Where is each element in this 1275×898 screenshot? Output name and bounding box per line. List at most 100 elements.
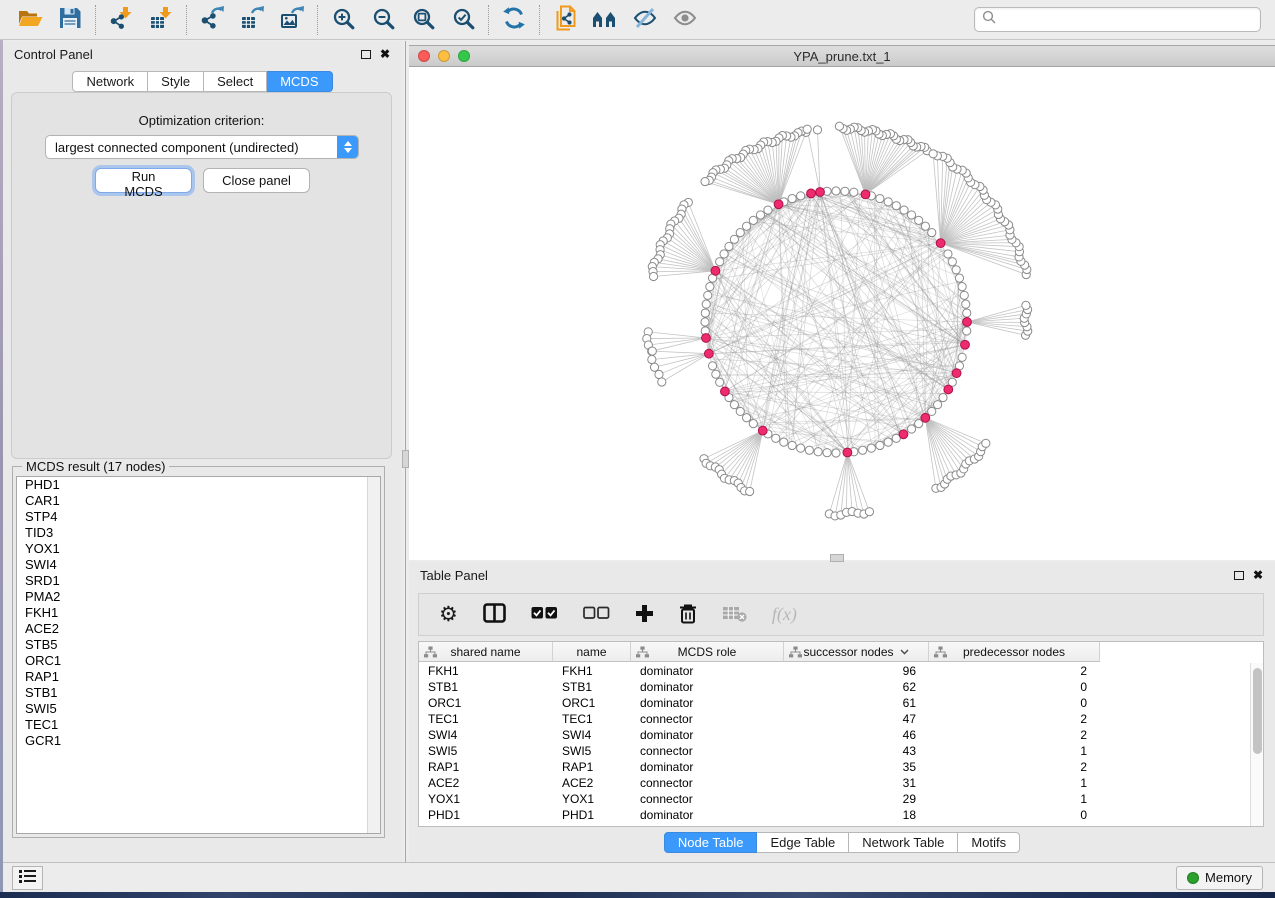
mcds-result-item[interactable]: ORC1 (17, 653, 380, 669)
toolbar-separator (539, 5, 540, 35)
zoom-fit-button[interactable] (403, 2, 443, 38)
export-network-icon (200, 6, 225, 33)
memory-button[interactable]: Memory (1176, 866, 1263, 890)
close-table-panel-icon[interactable]: ✖ (1253, 570, 1263, 580)
control-panel: Control Panel ✖ NetworkStyleSelectMCDS O… (3, 41, 402, 862)
apply-layout-icon (502, 6, 526, 33)
first-neighbors-icon (592, 7, 618, 32)
tab-select[interactable]: Select (204, 71, 267, 92)
export-image-button[interactable] (272, 2, 312, 38)
mcds-result-title: MCDS result (17 nodes) (22, 459, 169, 474)
column-header-MCDS-role[interactable]: MCDS role (631, 642, 784, 662)
settings-gear-button[interactable]: ⚙ (439, 605, 458, 625)
criterion-value: largest connected component (undirected) (46, 140, 337, 155)
share-document-button[interactable] (545, 2, 585, 38)
import-table-button[interactable] (141, 2, 181, 38)
tab-edge-table[interactable]: Edge Table (757, 832, 849, 853)
table-row[interactable]: RAP1RAP1dominator352 (419, 759, 1249, 775)
mcds-result-item[interactable]: CAR1 (17, 493, 380, 509)
column-header-predecessor-nodes[interactable]: predecessor nodes (929, 642, 1100, 662)
column-header-name[interactable]: name (553, 642, 631, 662)
table-scrollbar-thumb[interactable] (1253, 668, 1262, 754)
close-panel-button[interactable]: Close panel (203, 168, 310, 193)
export-table-icon (240, 6, 265, 33)
deselect-all-button[interactable] (583, 606, 610, 623)
table-row[interactable]: STB1STB1dominator620 (419, 679, 1249, 695)
mcds-result-item[interactable]: YOX1 (17, 541, 380, 557)
mcds-result-list[interactable]: PHD1CAR1STP4TID3YOX1SWI4SRD1PMA2FKH1ACE2… (16, 476, 381, 834)
vertical-splitter[interactable] (402, 41, 409, 862)
hide-selected-button[interactable] (625, 2, 665, 38)
tab-node-table[interactable]: Node Table (664, 832, 758, 853)
float-table-panel-icon[interactable] (1234, 571, 1244, 580)
export-network-button[interactable] (192, 2, 232, 38)
float-panel-icon[interactable] (361, 50, 371, 59)
mcds-result-item[interactable]: TEC1 (17, 717, 380, 733)
tab-network[interactable]: Network (72, 71, 148, 92)
zoom-out-button[interactable] (363, 2, 403, 38)
panel-list-button[interactable] (12, 866, 43, 890)
apply-layout-button[interactable] (494, 2, 534, 38)
mcds-result-item[interactable]: STP4 (17, 509, 380, 525)
save-session-button[interactable] (50, 2, 90, 38)
mcds-result-item[interactable]: PHD1 (17, 477, 380, 493)
splitter-grip[interactable] (402, 450, 409, 468)
mcds-result-item[interactable]: FKH1 (17, 605, 380, 621)
first-neighbors-button[interactable] (585, 2, 625, 38)
zoom-selected-icon (452, 7, 475, 33)
columns-button[interactable] (483, 603, 506, 626)
table-scrollbar[interactable] (1250, 663, 1263, 826)
table-row[interactable]: YOX1YOX1connector291 (419, 791, 1249, 807)
mcds-result-item[interactable]: GCR1 (17, 733, 380, 749)
run-mcds-button[interactable]: Run MCDS (95, 168, 192, 193)
mcds-result-item[interactable]: SWI5 (17, 701, 380, 717)
import-network-button[interactable] (101, 2, 141, 38)
add-row-button[interactable] (635, 604, 654, 626)
zoom-in-button[interactable] (323, 2, 363, 38)
tab-style[interactable]: Style (148, 71, 204, 92)
close-panel-icon[interactable]: ✖ (380, 49, 390, 59)
toolbar-separator (317, 5, 318, 35)
select-all-button[interactable] (531, 606, 558, 623)
column-header-shared-name[interactable]: shared name (419, 642, 553, 662)
network-window-title: YPA_prune.txt_1 (409, 49, 1275, 64)
mcds-result-item[interactable]: RAP1 (17, 669, 380, 685)
mcds-result-item[interactable]: SRD1 (17, 573, 380, 589)
show-all-button[interactable] (665, 2, 705, 38)
mcds-result-item[interactable]: ACE2 (17, 621, 380, 637)
application-window: Control Panel ✖ NetworkStyleSelectMCDS O… (0, 0, 1275, 898)
mcds-result-item[interactable]: STB5 (17, 637, 380, 653)
tab-mcds[interactable]: MCDS (267, 71, 332, 92)
table-row[interactable]: SWI5SWI5connector431 (419, 743, 1249, 759)
export-table-button[interactable] (232, 2, 272, 38)
table-row[interactable]: PHD1PHD1dominator180 (419, 807, 1249, 823)
criterion-dropdown[interactable]: largest connected component (undirected) (45, 135, 359, 159)
search-input[interactable] (1001, 12, 1253, 27)
zoom-selected-button[interactable] (443, 2, 483, 38)
table-row[interactable]: SWI4SWI4dominator462 (419, 727, 1249, 743)
function-builder-button: f(x) (772, 604, 797, 625)
table-row[interactable]: TEC1TEC1connector472 (419, 711, 1249, 727)
mcds-result-item[interactable]: STB1 (17, 685, 380, 701)
search-box[interactable] (974, 7, 1261, 32)
tab-network-table[interactable]: Network Table (849, 832, 958, 853)
main-toolbar (0, 0, 1275, 40)
table-row[interactable]: FKH1FKH1dominator962 (419, 663, 1249, 679)
delete-row-button[interactable] (679, 603, 697, 627)
delete-row-icon (679, 603, 697, 627)
open-file-button[interactable] (10, 2, 50, 38)
zoom-in-icon (332, 7, 355, 33)
horizontal-splitter-grip[interactable] (830, 554, 844, 562)
result-list-scrollbar[interactable] (367, 477, 380, 833)
table-row[interactable]: ORC1ORC1dominator610 (419, 695, 1249, 711)
mcds-result-item[interactable]: PMA2 (17, 589, 380, 605)
table-row[interactable]: ACE2ACE2connector311 (419, 775, 1249, 791)
mcds-result-item[interactable]: TID3 (17, 525, 380, 541)
network-graph[interactable] (409, 67, 1275, 561)
network-canvas[interactable] (409, 67, 1275, 560)
hide-selected-icon (633, 6, 657, 33)
column-header-successor-nodes[interactable]: successor nodes (784, 642, 929, 662)
tab-motifs[interactable]: Motifs (958, 832, 1020, 853)
mcds-result-item[interactable]: SWI4 (17, 557, 380, 573)
network-window-titlebar[interactable]: YPA_prune.txt_1 (409, 46, 1275, 67)
